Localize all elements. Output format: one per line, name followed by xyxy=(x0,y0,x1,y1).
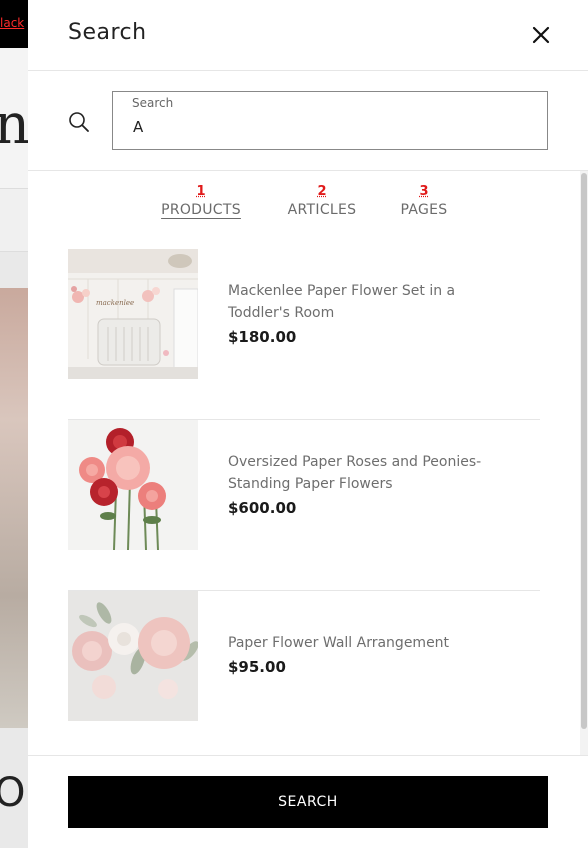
close-button[interactable] xyxy=(528,22,554,48)
product-result[interactable]: mackenlee Mackenlee Paper Flower Set in … xyxy=(68,249,540,420)
product-thumbnail-wall-arrangement[interactable] xyxy=(68,591,198,721)
search-submit-button[interactable]: SEARCH xyxy=(68,776,548,828)
product-result[interactable]: Paper Flower Wall Arrangement $95.00 xyxy=(68,591,540,755)
product-thumbnail-roses[interactable] xyxy=(68,420,198,550)
scrollbar-thumb[interactable] xyxy=(581,173,587,729)
product-title[interactable]: Oversized Paper Roses and Peonies- Stand… xyxy=(228,451,518,495)
search-icon[interactable] xyxy=(68,111,90,133)
drawer-title: Search xyxy=(68,20,147,45)
drawer-header: Search xyxy=(28,0,588,71)
search-drawer: Search Search 1 PRODUCTS 2 xyxy=(28,0,588,848)
search-input[interactable] xyxy=(131,114,531,140)
product-title[interactable]: Paper Flower Wall Arrangement xyxy=(228,632,518,654)
search-row: Search xyxy=(28,71,588,171)
product-price: $95.00 xyxy=(228,658,286,676)
tab-articles[interactable]: 2 ARTICLES xyxy=(282,185,362,225)
site-logo-fragment: n xyxy=(0,92,31,157)
product-result[interactable]: Oversized Paper Roses and Peonies- Stand… xyxy=(68,420,540,591)
result-tabs: 1 PRODUCTS 2 ARTICLES 3 PAGES xyxy=(28,185,588,225)
tab-products[interactable]: 1 PRODUCTS xyxy=(156,185,246,225)
tab-pages[interactable]: 3 PAGES xyxy=(396,185,452,225)
results-area: 1 PRODUCTS 2 ARTICLES 3 PAGES mackenlee … xyxy=(28,171,588,755)
product-info: Mackenlee Paper Flower Set in a Toddler'… xyxy=(228,280,518,346)
tab-articles-number: 2 xyxy=(317,184,327,199)
product-price: $180.00 xyxy=(228,328,297,346)
tab-pages-label: PAGES xyxy=(400,202,448,218)
drawer-footer: SEARCH xyxy=(28,755,588,848)
footer-heading-fragment: O xyxy=(0,770,26,816)
product-price: $600.00 xyxy=(228,499,297,517)
product-thumbnail-nursery[interactable]: mackenlee xyxy=(68,249,198,379)
search-field[interactable]: Search xyxy=(112,91,548,150)
nursery-sign: mackenlee xyxy=(96,299,134,307)
close-icon xyxy=(532,26,550,44)
announcement-link[interactable]: lack xyxy=(0,16,24,30)
tab-articles-label: ARTICLES xyxy=(287,202,357,218)
tab-pages-number: 3 xyxy=(419,184,429,199)
results-scrollbar[interactable] xyxy=(580,171,588,755)
search-field-label: Search xyxy=(132,96,174,110)
tab-products-label: PRODUCTS xyxy=(161,202,241,218)
product-info: Paper Flower Wall Arrangement $95.00 xyxy=(228,632,518,676)
product-title[interactable]: Mackenlee Paper Flower Set in a Toddler'… xyxy=(228,280,518,324)
tab-products-number: 1 xyxy=(196,184,206,199)
product-info: Oversized Paper Roses and Peonies- Stand… xyxy=(228,451,518,517)
